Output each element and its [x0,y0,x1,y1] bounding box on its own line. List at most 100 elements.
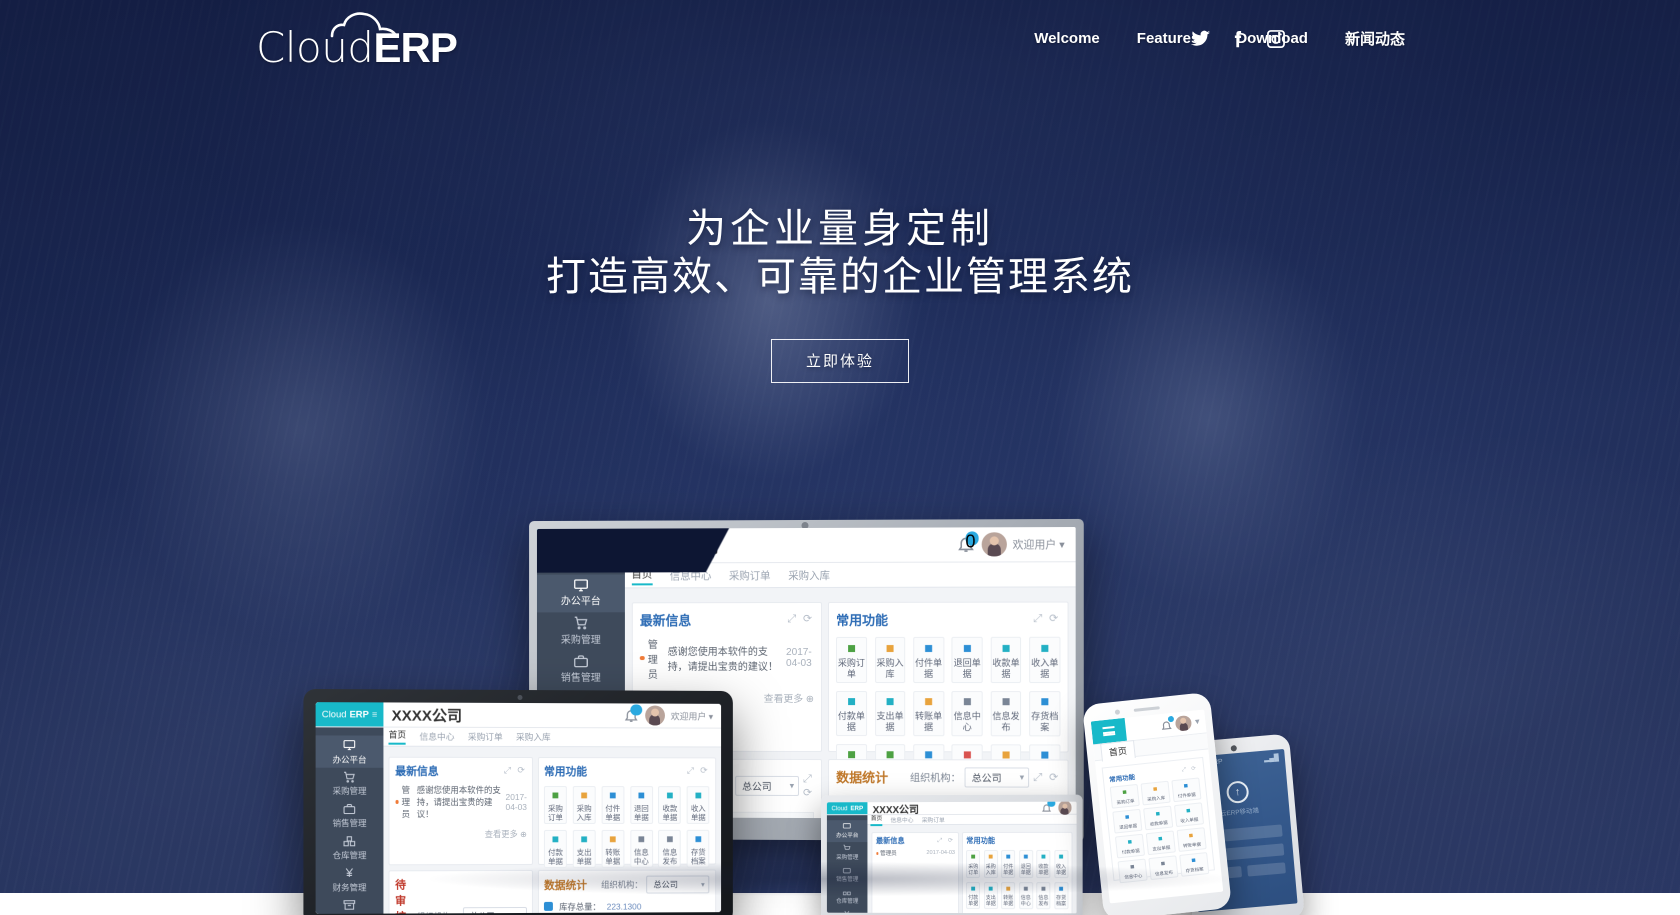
monitor-icon [573,578,588,593]
avatar[interactable] [982,532,1007,557]
erp-brand[interactable]: CloudERP ≡ [315,702,384,727]
function-tile[interactable]: ■收入单据 [686,785,710,824]
avatar[interactable] [644,705,665,726]
chevron-down-icon[interactable]: ▾ [1195,716,1201,727]
tile-icon: ■ [1183,780,1189,791]
function-tile[interactable]: ■收入单据 [1029,637,1061,683]
function-tile[interactable]: ■信息中心 [951,690,983,737]
tab-purchase-order[interactable]: 采购订单 [922,815,945,824]
function-tile[interactable]: ■采购订单 [836,637,867,683]
todo-org-selector-row: 组织机构： 总公司 [417,907,527,914]
stats-org-selector-row: 组织机构： 总公司 ⤢ ⟳ [910,766,1060,788]
function-tile[interactable]: ■采购订单 [544,785,567,824]
stats-panel-tools[interactable]: ⤢ ⟳ [1033,770,1060,784]
hero-cta-button[interactable]: 立即体验 [771,339,909,383]
sidebar-item-sales[interactable]: 销售管理 [316,800,384,832]
function-tile-label: 退回单据 [633,803,649,822]
function-tile[interactable]: ■采购入库 [572,785,596,824]
hero-headline-line2: 打造高效、可靠的企业管理系统 [546,254,1134,300]
function-tile[interactable]: ■付件单据 [1171,777,1202,803]
function-tile[interactable]: ■付款单据 [1115,833,1146,859]
sidebar-label-purchase: 采购管理 [332,786,367,797]
function-tile[interactable]: ■收款单据 [658,785,682,824]
sidebar-item-office[interactable]: 办公平台 [315,735,384,768]
bell-icon[interactable] [1041,801,1055,814]
avatar[interactable] [1057,801,1072,815]
tab-purchase-inbound[interactable]: 采购入库 [516,730,551,743]
function-tile[interactable]: ■收款单据 [1143,805,1174,831]
functions-panel: 常用功能 ⤢ ⟳ ■ 采购订单 ■ 采购入库 ■ 付件单据 ■ 退回单据 ■ 收款单据 ■ 收入单据 ■… [537,756,716,913]
todo-org-select[interactable]: 总公司 [735,775,800,796]
sidebar-item-office[interactable]: 办公平台 [826,820,868,843]
mobile-functions-title: 常用功能 [1108,773,1136,784]
sidebar-item-finance[interactable]: 财务管理 [827,908,868,914]
sidebar-item-sales[interactable]: 销售管理 [537,650,625,688]
tab-purchase-order[interactable]: 采购订单 [468,730,503,743]
nav-item-news[interactable]: 新闻动态 [1345,28,1405,49]
doc-blue-icon: ■ [637,788,645,803]
stats-org-select[interactable]: 总公司 [964,766,1030,788]
tab-home[interactable]: 首页 [388,728,407,746]
avatar[interactable] [1175,714,1192,732]
facebook-icon[interactable] [1227,28,1249,50]
function-tile[interactable]: ■退回单据 [629,785,653,824]
todo-panel-tools[interactable]: ⤢ ⟳ [803,773,814,799]
function-tile[interactable]: ■采购入库 [1140,781,1171,806]
todo-org-select[interactable]: 总公司 [462,907,527,914]
erp-brand[interactable]: Cloud ERP [826,802,868,815]
function-tile[interactable]: ■转账单据 [1176,827,1207,852]
nav-item-welcome[interactable]: Welcome [1034,30,1100,47]
news-panel-tools[interactable]: ⤢ ⟳ [787,612,814,626]
sidebar-item-purchase[interactable]: 采购管理 [316,768,384,800]
function-tile[interactable]: ■存货档案 [1029,690,1061,737]
tab-info-center[interactable]: 信息中心 [890,815,913,824]
functions-panel-tools[interactable]: ⤢ ⟳ [687,766,710,777]
function-tile[interactable]: ■信息发布 [990,690,1022,737]
function-tile[interactable]: ■退回单据 [1112,808,1143,834]
news-row[interactable]: 管理员 感谢您使用本软件的支持，请提出宝贵的建议！ 2017-04-03 [395,784,527,820]
tab-home[interactable]: 首页 [870,815,883,827]
boxes-icon [343,835,356,848]
hero-copy: 为企业量身定制 打造高效、可靠的企业管理系统 立即体验 [0,205,1680,383]
function-tile[interactable]: ■付件单据 [913,637,944,683]
sidebar-item-purchase[interactable]: 采购管理 [537,612,625,650]
bell-icon[interactable]: 0 [957,531,979,554]
hamburger-icon[interactable]: ≡ [372,710,377,720]
functions-panel-tools[interactable]: ⤢ ⟳ [1033,612,1060,626]
news-panel-tools[interactable]: ⤢ ⟳ [504,765,527,776]
function-tile[interactable]: ■付件单据 [601,785,625,824]
bell-icon[interactable] [1160,715,1175,732]
news-more-link[interactable]: 查看更多 ⊕ [395,828,527,840]
sidebar-item-office[interactable]: 办公平台 [536,574,625,613]
signal-icon: ▂▄█ [1263,754,1280,763]
social-links [1189,28,1287,50]
monitor-icon [843,822,851,830]
function-tile[interactable]: ■采购订单 [1110,784,1140,809]
function-tile-label: 转账单据 [914,711,943,733]
function-tile[interactable]: ■支出单据 [874,690,906,736]
function-tile[interactable]: ■付款单据 [836,690,867,736]
function-tile[interactable]: ■采购入库 [874,637,906,683]
mobile-functions-tools[interactable]: ⤢ ⟳ [1181,766,1198,775]
card-cyan-icon: ■ [885,693,895,710]
twitter-icon[interactable] [1189,28,1211,50]
function-tile[interactable]: ■退回单据 [951,637,983,683]
landing-page: CloudERP Welcome Features Download 新闻动态 [0,0,1680,915]
instagram-icon[interactable] [1265,28,1287,50]
tab-info-center[interactable]: 信息中心 [420,730,455,743]
function-tile[interactable]: ■收入单据 [1173,802,1204,828]
bell-icon[interactable] [623,704,642,724]
function-tile[interactable]: ■收款单据 [990,637,1022,683]
function-tile-label: 付款单据 [837,711,865,733]
mobile-tab-home[interactable]: 首页 [1099,739,1136,762]
function-tile-label: 退回单据 [1118,823,1138,830]
news-row[interactable]: 管理员 感谢您使用本软件的支持，请提出宝贵的建议！ 2017-04-03 [639,636,814,681]
erp-user-label[interactable]: 欢迎用户 ▾ [1013,536,1065,552]
function-tile[interactable]: ■转账单据 [913,690,944,737]
function-tile[interactable]: ■支出单据 [1145,830,1176,856]
functions-panel-header: 常用功能 ⤢ ⟳ [836,609,1060,628]
logo[interactable]: CloudERP [256,8,458,74]
tab-purchase-inbound[interactable]: 采购入库 [788,567,830,582]
erp-user-label[interactable]: 欢迎用户 ▾ [671,709,713,722]
news-panel-tools[interactable]: ⤢ ⟳ [938,837,955,845]
